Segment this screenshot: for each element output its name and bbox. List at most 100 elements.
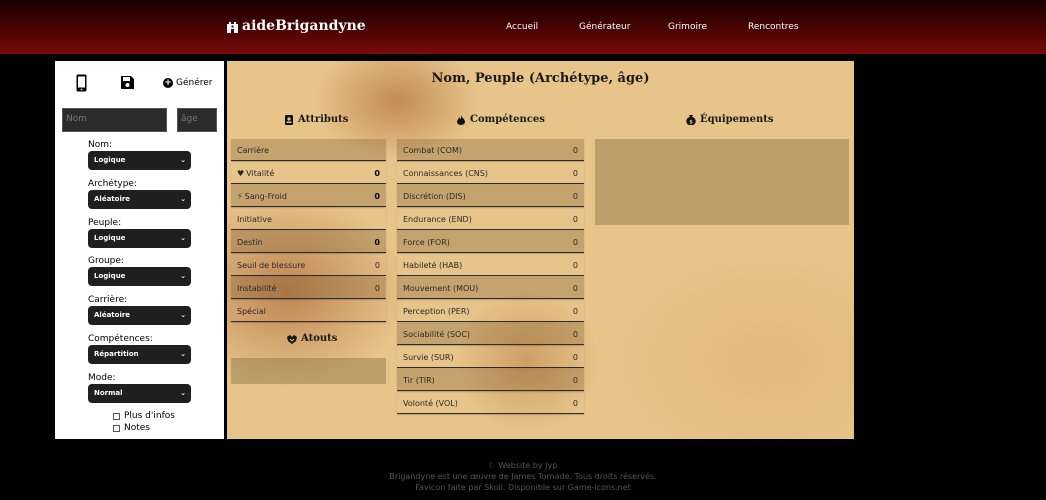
row-label: Tir (TIR) <box>403 376 435 385</box>
footer-credit: ☾ Website by Jyp <box>0 460 1046 471</box>
select-mode[interactable]: Normal ⌄ <box>88 384 191 403</box>
money-bag-icon: $ <box>686 114 696 125</box>
generator-sidebar: + Générer Nom âge Nom: Logique ⌄ Archétyp… <box>55 61 224 439</box>
attribut-row: Carrière <box>231 139 386 161</box>
id-card-icon <box>285 114 293 125</box>
checkbox-box[interactable] <box>113 412 120 420</box>
row-value: 0 <box>572 215 578 224</box>
attributs-title: Attributs <box>298 114 349 125</box>
select-value: Logique <box>94 272 126 280</box>
row-value: 0 <box>572 146 578 155</box>
row-value: 0 <box>572 192 578 201</box>
row-label: Discrétion (DIS) <box>403 192 466 201</box>
footer-favicon-credit: Favicon faite par Skoll. Disponible sur … <box>415 483 631 492</box>
select-carriere[interactable]: Aléatoire ⌄ <box>88 306 191 325</box>
generate-button[interactable]: + Générer <box>163 78 213 88</box>
row-label: Connaissances (CNS) <box>403 169 488 178</box>
select-groupe[interactable]: Logique ⌄ <box>88 267 191 286</box>
row-label: Habileté (HAB) <box>403 261 463 270</box>
row-value: 0 <box>572 353 578 362</box>
atouts-heading: Atouts <box>287 333 337 344</box>
row-value: 0 <box>374 261 380 270</box>
row-value: 0 <box>374 284 380 293</box>
row-label: Sociabilité (SOC) <box>403 330 471 339</box>
field-label-archetype: Archétype: <box>88 179 137 189</box>
nav-rencontres[interactable]: Rencontres <box>748 22 799 32</box>
competence-row: Survie (SUR) 0 <box>397 346 584 368</box>
nav-generateur[interactable]: Générateur <box>579 22 630 32</box>
nav-accueil[interactable]: Accueil <box>506 22 538 32</box>
chevron-down-icon: ⌄ <box>180 234 186 242</box>
field-label-peuple: Peuple: <box>88 218 122 228</box>
row-label: Spécial <box>237 307 266 316</box>
select-nom[interactable]: Logique ⌄ <box>88 151 191 170</box>
chevron-down-icon: ⌄ <box>180 311 186 319</box>
select-competences[interactable]: Répartition ⌄ <box>88 345 191 364</box>
attribut-row: Spécial <box>231 300 386 322</box>
checkbox-notes[interactable]: Notes <box>113 423 150 433</box>
attributs-heading: Attributs <box>284 114 348 125</box>
select-value: Aléatoire <box>94 311 131 319</box>
castle-icon <box>227 22 238 33</box>
select-value: Normal <box>94 389 123 397</box>
brand[interactable]: aideBrigandyne <box>226 18 366 34</box>
nav-grimoire[interactable]: Grimoire <box>668 22 707 32</box>
row-value: 0 <box>572 284 578 293</box>
equipements-title: Équipements <box>700 114 774 125</box>
checkbox-label: Notes <box>124 423 150 433</box>
footer-credit-text: Website by Jyp <box>498 461 558 470</box>
row-label: Combat (COM) <box>403 146 462 155</box>
row-label: Force (FOR) <box>403 238 450 247</box>
mobile-icon[interactable] <box>76 74 87 92</box>
field-label-competences: Compétences: <box>88 334 153 344</box>
row-value: 0 <box>374 192 380 201</box>
footer-copyright: Brigandyne est une œuvre de James Tornad… <box>389 472 657 481</box>
name-input[interactable]: Nom <box>62 108 167 132</box>
row-label: Mouvement (MOU) <box>403 284 479 293</box>
chevron-down-icon: ⌄ <box>180 156 186 164</box>
bolt-icon: ⚡ <box>237 192 243 201</box>
row-label: Seuil de blessure <box>237 261 306 270</box>
attribut-row: ♥ Vitalité 0 <box>231 162 386 184</box>
save-icon[interactable] <box>120 75 135 90</box>
row-label: Sang-Froid <box>244 192 287 201</box>
select-value: Logique <box>94 234 126 242</box>
checkbox-box[interactable] <box>113 424 120 432</box>
competence-row: Volonté (VOL) 0 <box>397 392 584 414</box>
row-value: 0 <box>374 169 380 178</box>
row-value: 0 <box>572 307 578 316</box>
age-input[interactable]: âge <box>177 108 217 132</box>
select-peuple[interactable]: Logique ⌄ <box>88 229 191 248</box>
attribut-row: Seuil de blessure 0 <box>231 254 386 276</box>
plus-circle-icon: + <box>163 78 173 88</box>
row-label: Survie (SUR) <box>403 353 454 362</box>
competence-row: Perception (PER) 0 <box>397 300 584 322</box>
sheet-title: Nom, Peuple (Archétype, âge) <box>431 71 650 86</box>
competence-row: Force (FOR) 0 <box>397 231 584 253</box>
field-label-mode: Mode: <box>88 373 116 383</box>
row-value: 0 <box>374 238 380 247</box>
select-value: Aléatoire <box>94 195 131 203</box>
row-label: Volonté (VOL) <box>403 399 458 408</box>
attribut-row: Destin 0 <box>231 231 386 253</box>
footer: ☾ Website by Jyp Brigandyne est une œuvr… <box>0 460 1046 493</box>
moon-icon: ☾ <box>488 461 499 470</box>
row-value: 0 <box>572 376 578 385</box>
equipements-list <box>595 139 849 225</box>
select-archetype[interactable]: Aléatoire ⌄ <box>88 190 191 209</box>
checkbox-plus-infos[interactable]: Plus d'infos <box>113 411 175 421</box>
top-navbar: aideBrigandyne Accueil Générateur Grimoi… <box>0 0 1046 54</box>
heart-icon: ♥ <box>237 169 245 178</box>
equipements-heading: $ Équipements <box>686 114 774 125</box>
brand-name: aideBrigandyne <box>242 18 366 34</box>
field-label-nom: Nom: <box>88 140 113 150</box>
field-label-groupe: Groupe: <box>88 256 124 266</box>
chevron-down-icon: ⌄ <box>180 195 186 203</box>
select-value: Répartition <box>94 350 139 358</box>
row-label: Carrière <box>237 146 270 155</box>
row-label: Perception (PER) <box>403 307 470 316</box>
competence-row: Endurance (END) 0 <box>397 208 584 230</box>
character-sheet: Nom, Peuple (Archétype, âge) Attributs C… <box>227 61 854 439</box>
select-value: Logique <box>94 156 126 164</box>
chevron-down-icon: ⌄ <box>180 350 186 358</box>
